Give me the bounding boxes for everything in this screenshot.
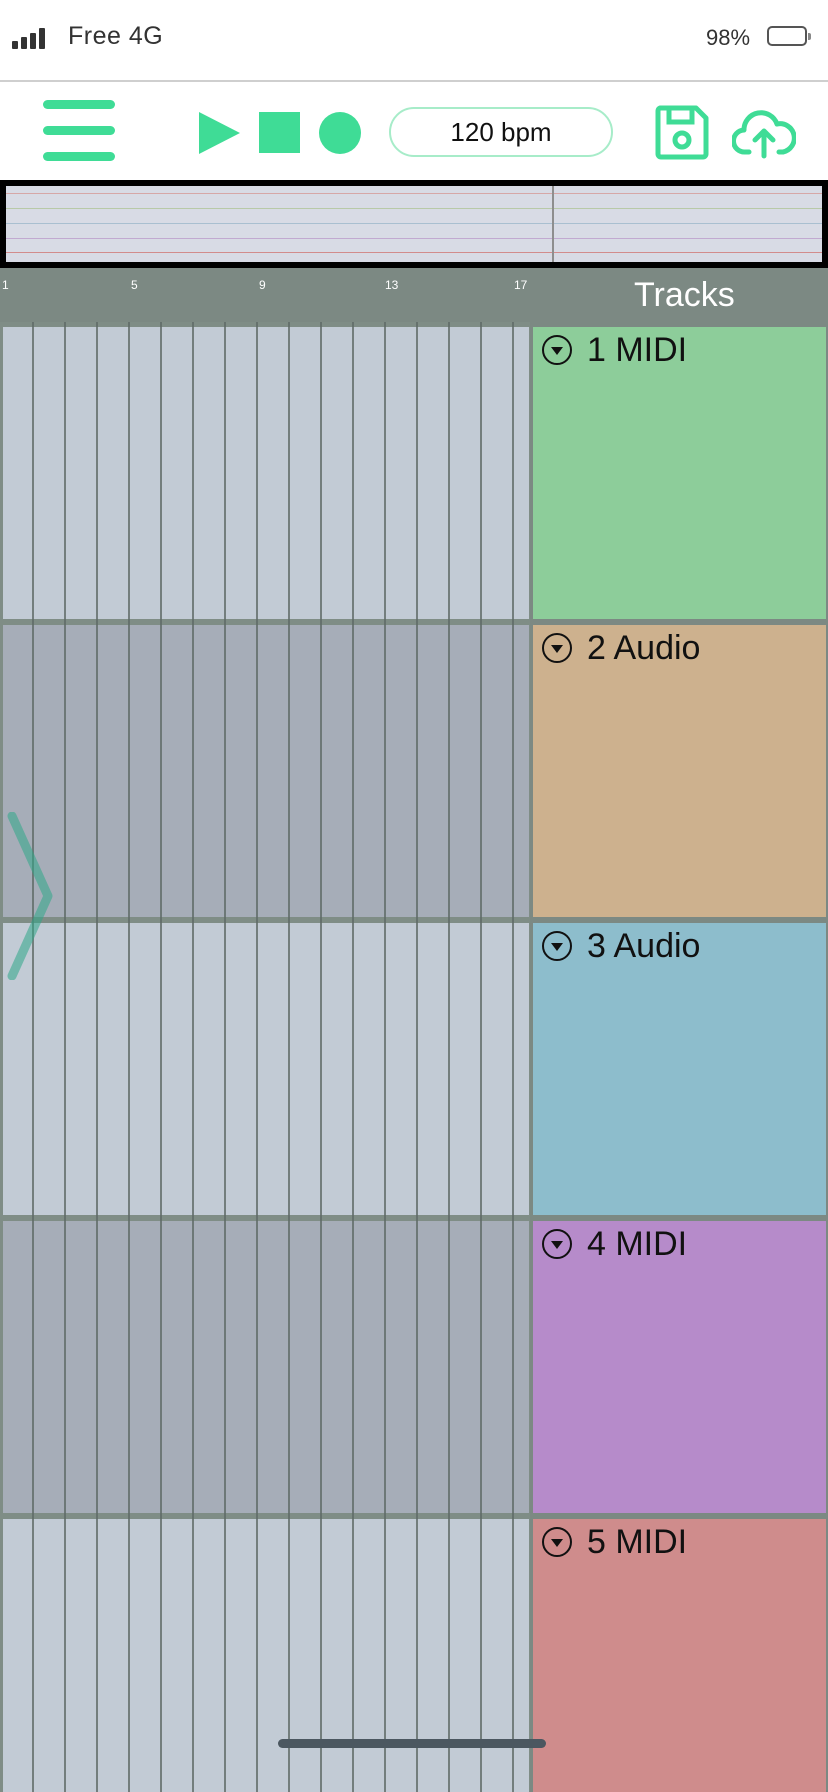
overview-canvas[interactable] (6, 186, 822, 262)
track-lane-1[interactable] (3, 327, 529, 619)
track-header-1[interactable]: 1 MIDI (533, 327, 826, 619)
overview-track-line (6, 193, 822, 194)
home-indicator[interactable] (278, 1739, 546, 1748)
expand-chevron-icon[interactable] (6, 812, 54, 980)
carrier-label: Free 4G (68, 22, 164, 50)
track-name: 5 MIDI (587, 1523, 688, 1561)
overview-track-line (6, 208, 822, 209)
timeline-ruler[interactable]: 1 5 9 13 17 Tracks (0, 268, 828, 322)
bar-number: 13 (385, 278, 399, 292)
grid-line (32, 322, 34, 1792)
grid-line (512, 322, 514, 1792)
grid-line (384, 322, 386, 1792)
track-header-3[interactable]: 3 Audio (533, 923, 826, 1215)
transport-toolbar: 120 bpm (0, 82, 828, 180)
track-lane-2[interactable] (3, 625, 529, 917)
hamburger-menu-icon[interactable] (43, 100, 115, 162)
track-header-4[interactable]: 4 MIDI (533, 1221, 826, 1513)
battery-percent: 98% (706, 25, 751, 50)
grid-line (480, 322, 482, 1792)
grid-line (288, 322, 290, 1792)
stop-icon[interactable] (259, 112, 300, 153)
play-icon[interactable] (199, 112, 240, 154)
tempo-button[interactable]: 120 bpm (389, 107, 613, 157)
battery-icon (767, 26, 811, 46)
tracks-panel-title: Tracks (634, 276, 735, 314)
overview-track-line (6, 223, 822, 224)
song-overview[interactable] (0, 180, 828, 268)
track-lane-5[interactable] (3, 1519, 529, 1792)
status-bar: Free 4G 98% (0, 0, 828, 82)
dropdown-arrow-icon[interactable] (542, 1527, 572, 1557)
track-header-2[interactable]: 2 Audio (533, 625, 826, 917)
grid-line (96, 322, 98, 1792)
dropdown-arrow-icon[interactable] (542, 1229, 572, 1259)
track-name: 1 MIDI (587, 331, 688, 369)
dropdown-arrow-icon[interactable] (542, 931, 572, 961)
bar-number: 5 (131, 278, 138, 292)
overview-track-line (6, 252, 822, 253)
grid-line (192, 322, 194, 1792)
tracks-panel: 1 MIDI 2 Audio 3 Audio 4 MIDI 5 MIDI (530, 322, 828, 1792)
grid-line (448, 322, 450, 1792)
grid-line (416, 322, 418, 1792)
dropdown-arrow-icon[interactable] (542, 633, 572, 663)
cloud-upload-icon[interactable] (732, 106, 796, 160)
bar-number: 1 (2, 278, 9, 292)
signal-strength-icon (12, 27, 48, 49)
grid-line (352, 322, 354, 1792)
record-icon[interactable] (319, 112, 361, 154)
floppy-disk-icon[interactable] (654, 104, 710, 160)
grid-line (256, 322, 258, 1792)
arrangement-area[interactable] (0, 322, 532, 1792)
bar-number: 9 (259, 278, 266, 292)
grid-line (160, 322, 162, 1792)
bar-number: 17 (514, 278, 528, 292)
track-lane-3[interactable] (3, 923, 529, 1215)
playhead-marker[interactable] (552, 186, 554, 262)
grid-line (128, 322, 130, 1792)
overview-track-line (6, 238, 822, 239)
track-name: 2 Audio (587, 629, 701, 667)
grid-line (64, 322, 66, 1792)
track-lane-4[interactable] (3, 1221, 529, 1513)
dropdown-arrow-icon[interactable] (542, 335, 572, 365)
grid-line (320, 322, 322, 1792)
track-header-5[interactable]: 5 MIDI (533, 1519, 826, 1792)
grid-line (224, 322, 226, 1792)
track-name: 4 MIDI (587, 1225, 688, 1263)
track-name: 3 Audio (587, 927, 701, 965)
